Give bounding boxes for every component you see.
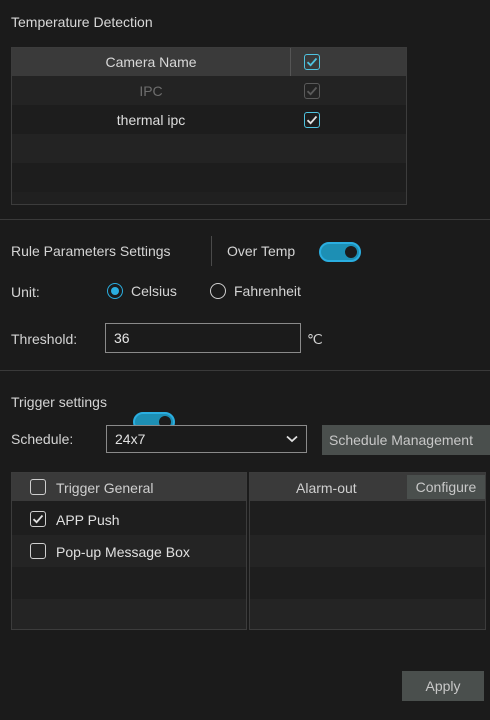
divider [0, 219, 490, 220]
divider [0, 370, 490, 371]
celsius-radio[interactable] [107, 283, 123, 299]
schedule-label: Schedule: [11, 431, 74, 447]
empty-row [12, 567, 246, 599]
empty-row [250, 503, 485, 535]
empty-row [250, 535, 485, 567]
threshold-input[interactable] [105, 323, 301, 353]
schedule-value: 24x7 [115, 431, 146, 447]
camera-name: IPC [139, 82, 163, 99]
schedule-select[interactable]: 24x7 [106, 425, 307, 453]
trigger-general-panel: Trigger General APP Push Pop-up Message … [11, 472, 247, 630]
trigger-item-popup[interactable]: Pop-up Message Box [12, 535, 246, 567]
threshold-label: Threshold: [11, 331, 78, 347]
empty-row [12, 599, 246, 629]
camera-table: Camera Name IPC thermal ipc [11, 47, 407, 205]
alarm-out-header: Alarm-out Configure [250, 473, 485, 501]
check-icon [306, 57, 318, 67]
configure-button[interactable]: Configure [407, 475, 485, 499]
app-push-checkbox[interactable] [30, 511, 46, 527]
empty-row [250, 567, 485, 599]
toggle-knob [345, 246, 357, 258]
camera-row[interactable]: IPC [12, 76, 406, 105]
camera-name-header: Camera Name [105, 54, 197, 70]
alarm-out-title: Alarm-out [296, 480, 357, 496]
fahrenheit-radio[interactable] [210, 283, 226, 299]
schedule-management-button[interactable]: Schedule Management [322, 425, 490, 455]
threshold-unit: ℃ [307, 331, 323, 347]
check-icon [306, 115, 318, 125]
rule-title: Rule Parameters Settings [11, 243, 171, 259]
camera-checkbox-disabled [304, 82, 320, 99]
apply-button[interactable]: Apply [402, 671, 484, 701]
select-all-checkbox[interactable] [304, 54, 320, 70]
trigger-general-title: Trigger General [56, 480, 154, 496]
fahrenheit-label: Fahrenheit [234, 283, 301, 299]
empty-row [250, 599, 485, 629]
popup-checkbox[interactable] [30, 543, 46, 559]
trigger-settings-label: Trigger settings [11, 394, 107, 410]
vertical-separator [211, 236, 212, 266]
camera-table-header: Camera Name [12, 48, 406, 76]
chevron-down-icon [286, 435, 298, 443]
over-temp-label: Over Temp [227, 243, 296, 259]
unit-celsius-option[interactable]: Celsius [107, 283, 177, 299]
trigger-general-checkbox[interactable] [30, 479, 46, 495]
trigger-general-header: Trigger General [12, 473, 246, 501]
celsius-label: Celsius [131, 283, 177, 299]
empty-row [12, 134, 406, 163]
trigger-item-app-push[interactable]: APP Push [12, 503, 246, 535]
popup-label: Pop-up Message Box [56, 544, 190, 560]
unit-label: Unit: [11, 284, 40, 300]
section-title: Temperature Detection [11, 14, 153, 30]
empty-row [12, 163, 406, 192]
check-icon [32, 514, 44, 524]
camera-name: thermal ipc [116, 111, 186, 128]
over-temp-toggle[interactable] [319, 242, 361, 262]
camera-row[interactable]: thermal ipc [12, 105, 406, 134]
unit-fahrenheit-option[interactable]: Fahrenheit [210, 283, 301, 299]
check-icon [306, 86, 318, 96]
header-divider [290, 48, 291, 76]
app-push-label: APP Push [56, 512, 120, 528]
camera-checkbox[interactable] [304, 111, 320, 128]
alarm-out-panel: Alarm-out Configure [249, 472, 486, 630]
